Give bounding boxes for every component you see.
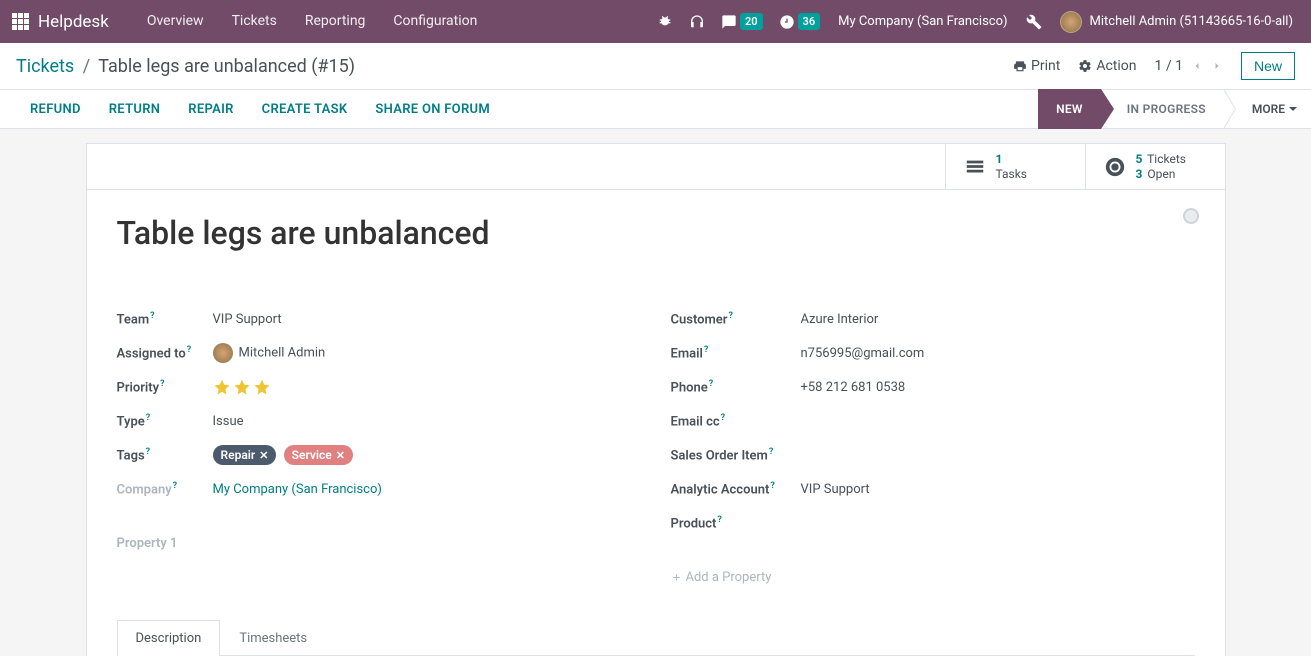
company-label: Company? [117,481,213,497]
pager: 1 / 1 [1155,58,1223,74]
tasks-icon [964,156,986,178]
tab-description[interactable]: Description [117,620,221,656]
repair-button[interactable]: REPAIR [174,102,247,117]
team-label: Team? [117,311,213,327]
stage-new[interactable]: NEW [1038,89,1101,129]
return-button[interactable]: RETURN [95,102,175,117]
stat-tasks-button[interactable]: 1 Tasks [945,144,1085,189]
nav-reporting[interactable]: Reporting [291,0,380,43]
breadcrumb: Tickets / Table legs are unbalanced (#15… [16,56,355,77]
close-icon[interactable]: ✕ [336,449,345,462]
nav-tickets[interactable]: Tickets [218,0,291,43]
debug-icon[interactable] [649,14,681,30]
support-icon[interactable] [681,14,713,30]
company-value[interactable]: My Company (San Francisco) [213,482,641,497]
pager-next-icon[interactable] [1211,60,1223,72]
activities-icon[interactable]: 36 [771,13,829,30]
apps-launcher-icon[interactable] [12,13,30,31]
user-menu[interactable]: Mitchell Admin (51143665-16-0-all) [1050,11,1303,33]
stage-more-button[interactable]: MORE [1238,102,1311,116]
refund-button[interactable]: REFUND [16,102,95,117]
tag-service[interactable]: Service✕ [284,445,353,465]
analytic-label: Analytic Account? [671,481,801,497]
new-button[interactable]: New [1241,52,1295,80]
team-value[interactable]: VIP Support [213,312,641,327]
kanban-state-toggle[interactable] [1183,208,1199,224]
product-label: Product? [671,515,801,531]
tag-repair[interactable]: Repair✕ [213,445,277,465]
email-cc-label: Email cc? [671,413,801,429]
chevron-down-icon [1289,107,1297,111]
messages-icon[interactable]: 20 [713,13,771,30]
assigned-value[interactable]: Mitchell Admin [213,343,641,363]
user-name: Mitchell Admin (51143665-16-0-all) [1090,14,1293,29]
pager-prev-icon[interactable] [1191,60,1203,72]
share-forum-button[interactable]: SHARE ON FORUM [361,102,504,117]
email-label: Email? [671,345,801,361]
assigned-label: Assigned to? [117,345,213,361]
close-icon[interactable]: ✕ [259,449,268,462]
sales-order-item-label: Sales Order Item? [671,447,801,463]
add-property-button[interactable]: Add a Property [671,570,1195,585]
messages-badge: 20 [740,13,763,30]
action-button[interactable]: Action [1078,58,1136,74]
tags-value[interactable]: Repair✕ Service✕ [213,445,641,465]
analytic-value[interactable]: VIP Support [801,482,1195,497]
tab-timesheets[interactable]: Timesheets [220,620,326,656]
type-value[interactable]: Issue [213,414,641,429]
email-value[interactable]: n756995@gmail.com [801,346,1195,361]
star-icon[interactable] [253,378,271,396]
phone-label: Phone? [671,379,801,395]
type-label: Type? [117,413,213,429]
priority-label: Priority? [117,379,213,395]
print-button[interactable]: Print [1013,58,1060,74]
ticket-title[interactable]: Table legs are unbalanced [117,214,1195,252]
priority-stars[interactable] [213,378,641,396]
plus-icon [671,572,682,583]
phone-value[interactable]: +58 212 681 0538 [801,380,1195,395]
avatar-icon [213,343,233,363]
customer-value[interactable]: Azure Interior [801,312,1195,327]
stat-tickets-button[interactable]: 5 Tickets 3 Open [1085,144,1225,189]
studio-icon[interactable] [1018,14,1050,30]
property-1-label: Property 1 [117,536,641,551]
tags-label: Tags? [117,447,213,463]
nav-configuration[interactable]: Configuration [379,0,491,43]
avatar-icon [1060,11,1082,33]
create-task-button[interactable]: CREATE TASK [248,102,362,117]
star-icon[interactable] [213,378,231,396]
lifebuoy-icon [1104,156,1126,178]
app-brand[interactable]: Helpdesk [38,12,109,32]
stage-in-progress[interactable]: IN PROGRESS [1101,89,1224,129]
breadcrumb-root[interactable]: Tickets [16,56,74,77]
nav-overview[interactable]: Overview [133,0,218,43]
customer-label: Customer? [671,311,801,327]
star-icon[interactable] [233,378,251,396]
company-switcher[interactable]: My Company (San Francisco) [828,14,1017,29]
activities-badge: 36 [798,13,821,30]
breadcrumb-current: Table legs are unbalanced (#15) [98,56,355,77]
